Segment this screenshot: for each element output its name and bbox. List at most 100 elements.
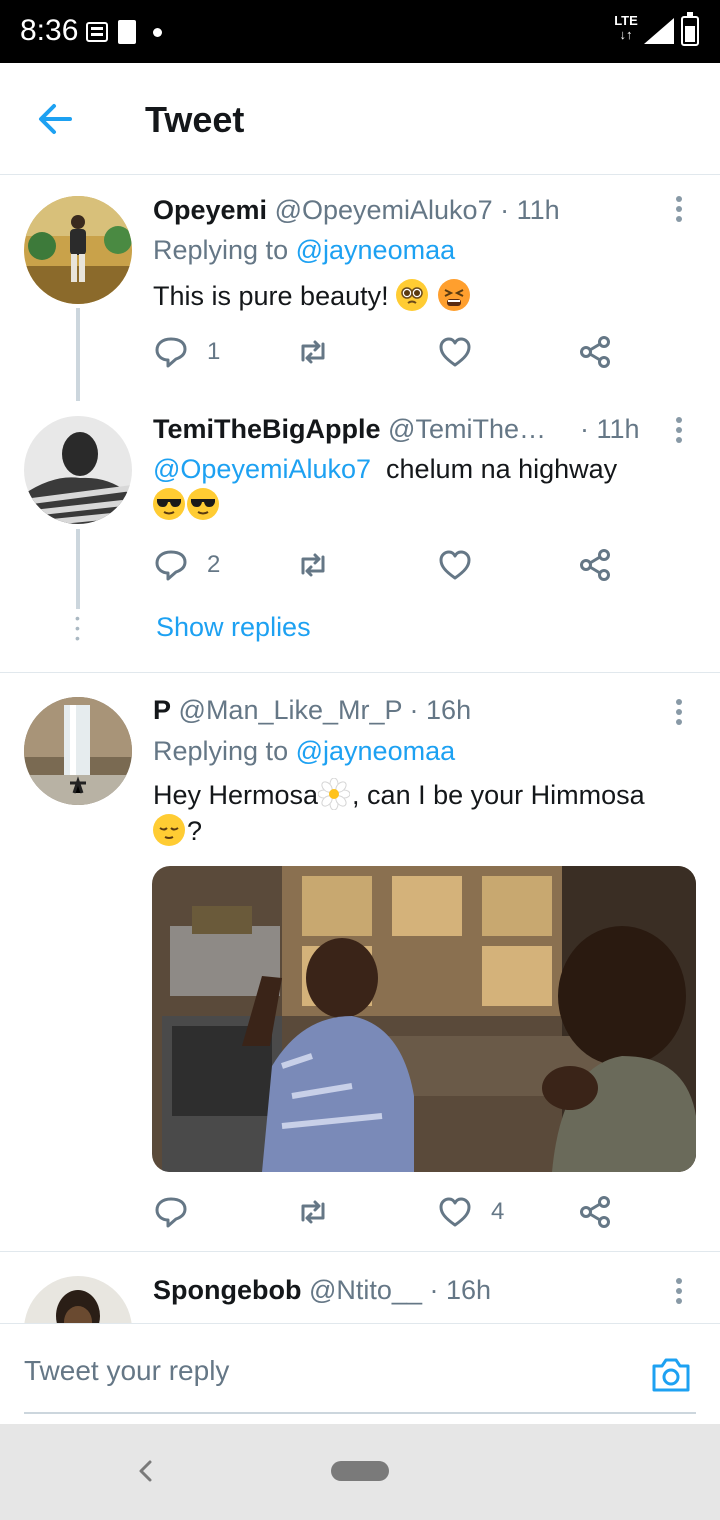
chevron-left-icon	[139, 1460, 152, 1482]
media-image	[152, 866, 696, 1172]
tweet-text-part-2: , can I be your Himmosa	[352, 780, 645, 810]
replying-to: Replying to @jayneomaa	[153, 234, 455, 266]
reply-count: 1	[207, 338, 221, 365]
author-handle: @OpeyemiAluko7 · 11h	[274, 195, 560, 225]
avatar-man-like-mr-p[interactable]	[24, 697, 132, 805]
network-type-label: LTE ↓↑	[614, 13, 638, 42]
comment-icon	[155, 550, 187, 581]
mention-link[interactable]: @jayneomaa	[296, 736, 456, 766]
avatar-image	[24, 1276, 132, 1323]
back-button[interactable]	[32, 97, 80, 141]
notification-icon	[86, 22, 108, 42]
like-count: 4	[491, 1198, 505, 1225]
reply-button[interactable]	[153, 1192, 189, 1232]
more-options-button[interactable]	[666, 194, 692, 228]
like-button[interactable]	[437, 545, 473, 585]
share-button[interactable]	[577, 1192, 613, 1232]
tweet-actions: 4	[153, 1192, 633, 1232]
like-button[interactable]	[437, 332, 473, 372]
heart-icon	[439, 337, 471, 367]
heart-icon	[439, 1197, 471, 1227]
tweet-text: Hey Hermosa , can I be your Himmosa ?	[153, 777, 693, 849]
share-button[interactable]	[577, 332, 613, 372]
page-title: Tweet	[145, 99, 245, 140]
pleading-face-emoji-icon	[396, 279, 429, 311]
tweet-header: TemiTheBigApple @TemiThe…	[153, 413, 546, 445]
tweet-actions: 2	[153, 545, 633, 585]
retweet-icon	[301, 340, 325, 364]
show-replies-link[interactable]: Show replies	[156, 611, 311, 643]
tweet-text-part-1: Hey Hermosa	[153, 780, 319, 810]
share-icon	[580, 1196, 610, 1228]
avatar-temithebigapple[interactable]	[24, 416, 132, 524]
nav-back-button[interactable]	[134, 1454, 156, 1488]
avatar-image	[24, 416, 132, 524]
retweet-icon	[301, 1200, 325, 1224]
comment-icon	[155, 1197, 187, 1228]
thread-line	[76, 529, 80, 609]
like-button[interactable]: 4	[437, 1192, 504, 1232]
tweet-text-part-3: ?	[187, 816, 203, 846]
nav-home-pill[interactable]	[331, 1461, 389, 1481]
camera-icon	[652, 1358, 690, 1392]
reply-input[interactable]: Tweet your reply	[24, 1354, 624, 1388]
avatar-opeyemi[interactable]	[24, 196, 132, 304]
arrow-left-icon	[39, 104, 72, 134]
thread-continuation-dots: • • •	[75, 610, 80, 646]
reply-count: 2	[207, 551, 221, 578]
more-options-button[interactable]	[666, 697, 692, 731]
retweet-button[interactable]	[295, 545, 331, 585]
reply-button[interactable]: 1	[153, 332, 220, 372]
tired-face-emoji-icon	[437, 279, 470, 311]
mention-link[interactable]: @OpeyemiAluko7	[153, 454, 371, 484]
author-name[interactable]: TemiTheBigApple	[153, 414, 381, 444]
signal-icon	[644, 18, 674, 44]
reply-button[interactable]: 2	[153, 545, 220, 585]
tweet-spongebob[interactable]: Spongebob @Ntito__ · 16h	[0, 1252, 720, 1323]
document-icon	[118, 20, 136, 44]
tweet-text-body: This is pure beauty!	[153, 281, 389, 311]
tweet-header: Spongebob @Ntito__ · 16h	[153, 1274, 491, 1306]
tweet-header: P @Man_Like_Mr_P · 16h	[153, 694, 471, 726]
heart-icon	[439, 550, 471, 580]
blossom-emoji-icon	[317, 777, 351, 811]
more-options-button[interactable]	[666, 415, 692, 449]
thread-line	[76, 308, 80, 401]
author-handle: @Man_Like_Mr_P · 16h	[178, 695, 472, 725]
input-underline	[24, 1412, 696, 1414]
mention-link[interactable]: @jayneomaa	[296, 235, 456, 265]
status-bar: 8:36 LTE ↓↑	[0, 0, 720, 63]
app-header: Tweet	[0, 63, 720, 175]
relieved-face-emoji-icon	[153, 814, 185, 846]
share-icon	[580, 336, 610, 368]
author-handle: @TemiThe…	[388, 414, 546, 444]
tweet-text: @OpeyemiAluko7 chelum na highway	[153, 451, 673, 523]
status-time: 8:36	[20, 14, 79, 47]
comment-icon	[155, 337, 187, 368]
avatar-image	[24, 697, 132, 805]
avatar-spongebob[interactable]	[24, 1276, 132, 1323]
author-name[interactable]: Opeyemi	[153, 195, 267, 225]
replying-to-label: Replying to	[153, 235, 289, 265]
author-name[interactable]: P	[153, 695, 171, 725]
avatar-image	[24, 196, 132, 304]
battery-icon	[681, 12, 699, 46]
system-navigation-bar	[0, 1424, 720, 1520]
more-options-button[interactable]	[666, 1276, 692, 1310]
retweet-button[interactable]	[295, 332, 331, 372]
tweet-media-gif[interactable]	[152, 866, 696, 1172]
tweet-time: · 11h	[580, 414, 640, 444]
sunglasses-face-emoji-icon	[187, 488, 219, 520]
reply-composer: Tweet your reply	[0, 1323, 720, 1424]
replying-to-label: Replying to	[153, 736, 289, 766]
retweet-icon	[301, 553, 325, 577]
share-icon	[580, 549, 610, 581]
share-button[interactable]	[577, 545, 613, 585]
tweet-header: Opeyemi @OpeyemiAluko7 · 11h	[153, 194, 560, 226]
tweet-text-body: chelum na highway	[386, 454, 618, 484]
tweet-temithebigapple[interactable]: • • • TemiTheBigApple @TemiThe… · 11h @Ope…	[0, 401, 720, 673]
camera-button[interactable]	[650, 1356, 692, 1394]
tweet-opeyemi[interactable]: Opeyemi @OpeyemiAluko7 · 11h Replying to…	[0, 176, 720, 401]
author-name[interactable]: Spongebob	[153, 1275, 301, 1305]
retweet-button[interactable]	[295, 1192, 331, 1232]
